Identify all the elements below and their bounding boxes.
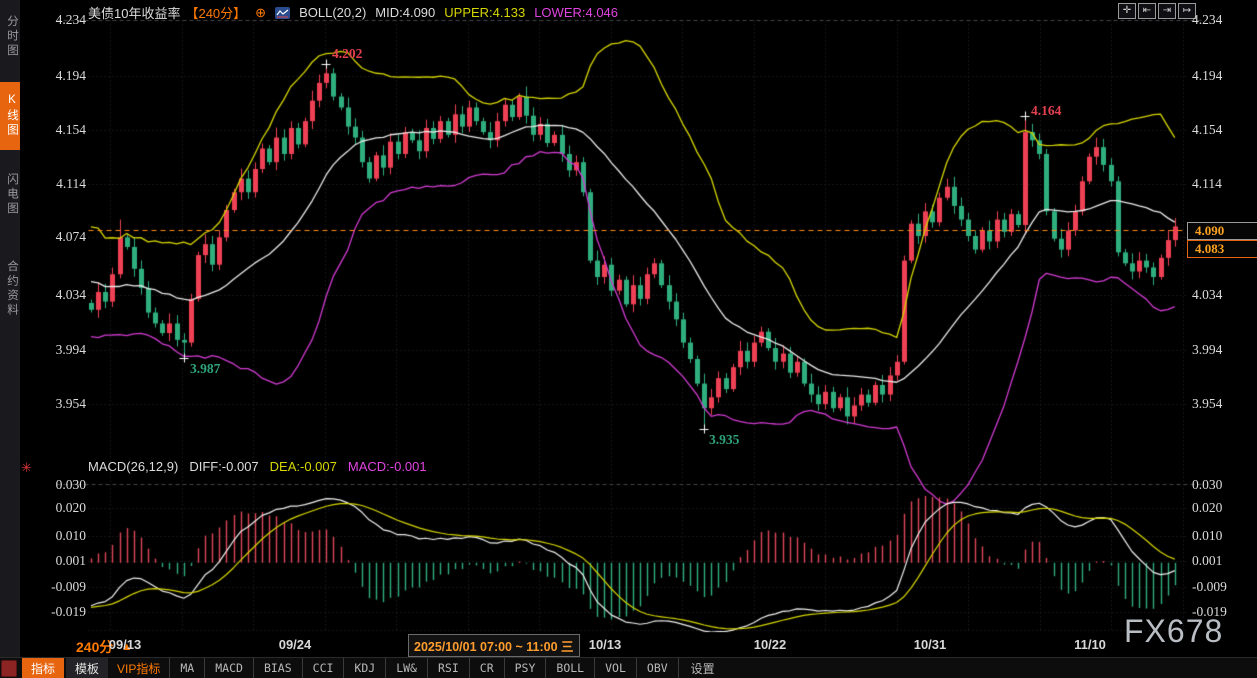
boll-mid-value: MID:4.090: [375, 5, 435, 20]
annotation-low-2: 3.935: [709, 432, 739, 448]
crosshair-circle-icon[interactable]: ⊕: [255, 5, 266, 21]
indicators-button[interactable]: 指标: [22, 658, 64, 678]
indicator-settings-icon[interactable]: ✳: [21, 460, 32, 476]
annotation-high: 4.202: [332, 46, 362, 62]
indicator-tab-psy[interactable]: PSY: [504, 658, 546, 678]
macd-axis-label: 0.001: [1192, 553, 1254, 569]
indicator-tab-macd[interactable]: MACD: [204, 658, 253, 678]
sidebar-item-time-chart[interactable]: 分时图: [0, 4, 20, 70]
sidebar-item-contract-info[interactable]: 合约资料: [0, 244, 20, 334]
macd-axis-label: 0.020: [1192, 500, 1254, 516]
date-label: 09/13: [109, 637, 142, 652]
price-axis-label: 3.954: [28, 396, 86, 412]
sidebar-item-kline-chart[interactable]: K线图: [0, 82, 20, 150]
chart-tools: ✛ ⇤ ⇥ ↦: [1118, 3, 1196, 19]
date-label: 10/22: [754, 637, 787, 652]
sidebar-item-flash-chart[interactable]: 闪电图: [0, 162, 20, 228]
macd-diff-value: DIFF:-0.007: [189, 459, 258, 474]
macd-axis-label: 0.010: [1192, 528, 1254, 544]
macd-axis-label: 0.030: [28, 477, 86, 493]
chart-canvas[interactable]: [0, 0, 1257, 677]
indicator-tab-cr[interactable]: CR: [469, 658, 504, 678]
watermark: FX678: [1124, 613, 1223, 650]
boll-label: BOLL(20,2): [299, 5, 366, 20]
template-button[interactable]: 模板: [66, 658, 108, 678]
macd-dea-value: DEA:-0.007: [270, 459, 337, 474]
date-label: 10/13: [589, 637, 622, 652]
price-axis-label: 4.034: [28, 287, 86, 303]
indicator-toolbar: 指标 模板 VIP指标 MA MACD BIAS CCI KDJ LW& RSI…: [0, 657, 1257, 678]
period-label[interactable]: 【240分】: [185, 3, 246, 22]
macd-axis-label: -0.009: [28, 579, 86, 595]
price-axis-label: 4.194: [28, 68, 86, 84]
indicator-tab-bias[interactable]: BIAS: [253, 658, 302, 678]
price-axis-label: 4.074: [28, 229, 86, 245]
indicator-tab-cci[interactable]: CCI: [302, 658, 344, 678]
app-corner-icon[interactable]: [1, 660, 17, 677]
macd-axis-label: 0.020: [28, 500, 86, 516]
vip-indicators-button[interactable]: VIP指标: [108, 658, 169, 678]
annotation-high-2: 4.164: [1031, 103, 1061, 119]
price-axis-label: 4.194: [1192, 68, 1254, 84]
boll-upper-value: UPPER:4.133: [444, 5, 525, 20]
trading-app: { "header": { "title": "美债10年收益率", "peri…: [0, 0, 1257, 677]
price-axis-label: 3.954: [1192, 396, 1254, 412]
indicator-tab-rsi[interactable]: RSI: [427, 658, 469, 678]
chart-style-icon[interactable]: [275, 7, 290, 19]
left-sidebar: 分时图 K线图 闪电图 合约资料: [0, 0, 21, 677]
date-label: 11/10: [1074, 637, 1106, 652]
macd-header: MACD(26,12,9) DIFF:-0.007 DEA:-0.007 MAC…: [88, 459, 427, 474]
macd-name: MACD(26,12,9): [88, 459, 178, 474]
price-axis-label: 4.034: [1192, 287, 1254, 303]
indicator-tab-boll[interactable]: BOLL: [545, 658, 594, 678]
last-price-tag: 4.083: [1187, 240, 1257, 258]
settings-button[interactable]: 设置: [678, 658, 727, 678]
macd-bar-value: MACD:-0.001: [348, 459, 427, 474]
indicator-tab-vol[interactable]: VOL: [594, 658, 636, 678]
annotation-low: 3.987: [190, 361, 220, 377]
compress-left-icon[interactable]: ⇤: [1138, 3, 1156, 19]
macd-axis-label: 0.030: [1192, 477, 1254, 493]
price-axis-label: 4.234: [28, 12, 86, 28]
mid-price-tag: 4.090: [1187, 222, 1257, 240]
price-axis-label: 4.154: [28, 122, 86, 138]
macd-axis-label: -0.009: [1192, 579, 1254, 595]
price-axis-label: 3.994: [28, 342, 86, 358]
price-axis-label: 3.994: [1192, 342, 1254, 358]
price-axis-label: 4.114: [1192, 176, 1254, 192]
date-label: 10/31: [914, 637, 947, 652]
macd-axis-label: -0.019: [28, 604, 86, 620]
boll-lower-value: LOWER:4.046: [534, 5, 618, 20]
selected-candle-time: 2025/10/01 07:00 ~ 11:00 三: [408, 634, 580, 657]
chart-header: 美债10年收益率 【240分】 ⊕ BOLL(20,2) MID:4.090 U…: [88, 3, 618, 22]
instrument-title: 美债10年收益率: [88, 3, 180, 22]
date-label: 09/24: [279, 637, 312, 652]
price-axis-label: 4.234: [1192, 12, 1254, 28]
indicator-tab-obv[interactable]: OBV: [636, 658, 678, 678]
price-axis-label: 4.114: [28, 176, 86, 192]
indicator-tab-lwr[interactable]: LW&: [385, 658, 427, 678]
macd-axis-label: 0.001: [28, 553, 86, 569]
compress-right-icon[interactable]: ⇥: [1158, 3, 1176, 19]
indicator-tab-ma[interactable]: MA: [169, 658, 204, 678]
indicator-tab-kdj[interactable]: KDJ: [343, 658, 385, 678]
pan-icon[interactable]: ✛: [1118, 3, 1136, 19]
macd-axis-label: 0.010: [28, 528, 86, 544]
price-axis-label: 4.154: [1192, 122, 1254, 138]
